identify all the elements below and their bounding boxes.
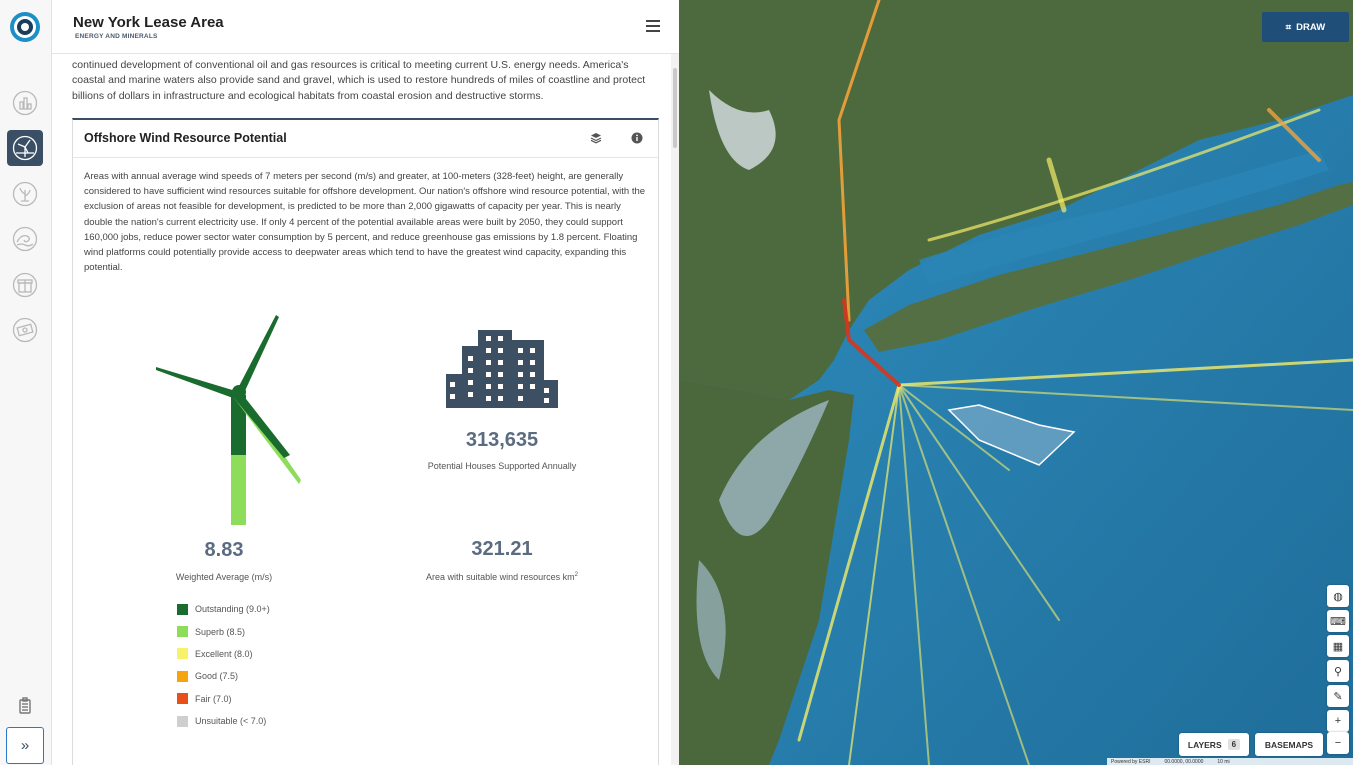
layers-button[interactable]: LAYERS 6 [1179, 733, 1249, 756]
bar-chart-icon [12, 90, 38, 116]
draw-button[interactable]: ⌗ DRAW [1262, 12, 1349, 42]
wind-resource-card: Offshore Wind Resource Potential Areas w… [72, 118, 659, 765]
page-title: New York Lease Area [73, 14, 224, 31]
minus-icon: − [1334, 737, 1342, 749]
map-icon: ▦ [1332, 640, 1344, 653]
legend-swatch [177, 626, 188, 638]
map-attribution: Powered by ESRI 00.0000, 00.0000 10 mi [1107, 758, 1353, 765]
basemap-imagery [679, 0, 1353, 765]
icon-rail: » [0, 0, 52, 765]
zoom-out-button[interactable]: − [1327, 732, 1349, 754]
basemaps-button[interactable]: BASEMAPS [1255, 733, 1323, 756]
globe-tool-button[interactable]: ◍ [1327, 585, 1349, 607]
gift-nav-button[interactable] [7, 267, 43, 303]
energy-nav-button[interactable] [7, 130, 43, 166]
panel-scrollbar[interactable] [671, 54, 679, 765]
measure-tool-button[interactable]: ✎ [1327, 685, 1349, 707]
plus-icon: + [1334, 715, 1342, 727]
app-logo[interactable] [9, 11, 41, 43]
keyboard-icon: ⌨ [1330, 615, 1346, 628]
legend-item: Excellent (8.0) [177, 643, 270, 665]
globe-icon: ◍ [1333, 590, 1343, 603]
houses-label: Potential Houses Supported Annually [427, 461, 577, 471]
wind-average-label: Weighted Average (m/s) [175, 572, 273, 582]
houses-value: 313,635 [465, 429, 539, 451]
plant-icon [12, 181, 38, 207]
scrollbar-thumb[interactable] [673, 68, 677, 148]
legend-item: Fair (7.0) [177, 688, 270, 710]
zoom-in-button[interactable]: + [1327, 710, 1349, 732]
wave-icon [12, 226, 38, 252]
scale-bar: 10 mi [1217, 758, 1230, 765]
ruler-icon: ✎ [1333, 690, 1343, 703]
search-tool-button[interactable]: ⚲ [1327, 660, 1349, 682]
card-title: Offshore Wind Resource Potential [84, 131, 287, 145]
wind-turbine-icon [12, 135, 38, 161]
legend-item: Superb (8.5) [177, 620, 270, 642]
economy-nav-button[interactable] [7, 312, 43, 348]
panel-header: New York Lease Area ENERGY AND MINERALS [52, 0, 679, 54]
clipboard-button[interactable] [7, 688, 43, 724]
search-icon: ⚲ [1333, 665, 1343, 678]
map-tool-button[interactable]: ▦ [1327, 635, 1349, 657]
keyboard-tool-button[interactable]: ⌨ [1327, 610, 1349, 632]
wind-turbine-graphic [156, 315, 301, 525]
legend-swatch [177, 648, 188, 660]
map-view[interactable]: ⌗ DRAW ◍ ⌨ ▦ ⚲ ✎ + − LAYERS 6 BASEMAPS P… [679, 0, 1353, 765]
page-subtitle: ENERGY AND MINERALS [75, 33, 158, 40]
layers-count-badge: 6 [1227, 739, 1241, 750]
coordinates-readout: 00.0000, 00.0000 [1164, 758, 1204, 765]
habitat-nav-button[interactable] [7, 176, 43, 212]
legend-swatch [177, 670, 188, 682]
legend-item: Unsuitable (< 7.0) [177, 710, 270, 732]
double-chevron-right-icon: » [20, 737, 30, 754]
legend-swatch [177, 693, 188, 705]
clipboard-icon [19, 697, 31, 714]
side-panel: New York Lease Area ENERGY AND MINERALS … [52, 0, 679, 765]
hamburger-menu-icon[interactable] [646, 20, 660, 32]
expand-panel-button[interactable]: » [6, 727, 44, 764]
wind-class-legend: Outstanding (9.0+) Superb (8.5) Excellen… [177, 598, 270, 732]
wind-average-value: 8.83 [204, 539, 244, 561]
info-icon[interactable] [631, 132, 643, 144]
chart-nav-button[interactable] [7, 85, 43, 121]
card-header: Offshore Wind Resource Potential [73, 120, 658, 158]
building-icon [446, 330, 558, 408]
ocean-nav-button[interactable] [7, 221, 43, 257]
legend-swatch [177, 603, 188, 615]
area-value: 321.21 [471, 538, 533, 560]
legend-item: Outstanding (9.0+) [177, 598, 270, 620]
layers-icon[interactable] [590, 132, 602, 144]
legend-item: Good (7.5) [177, 665, 270, 687]
money-icon [12, 317, 38, 343]
card-description: Areas with annual average wind speeds of… [84, 171, 646, 274]
draw-icon: ⌗ [1285, 21, 1292, 33]
area-label: Area with suitable wind resources km2 [426, 572, 578, 582]
legend-swatch [177, 715, 188, 727]
package-icon [12, 272, 38, 298]
